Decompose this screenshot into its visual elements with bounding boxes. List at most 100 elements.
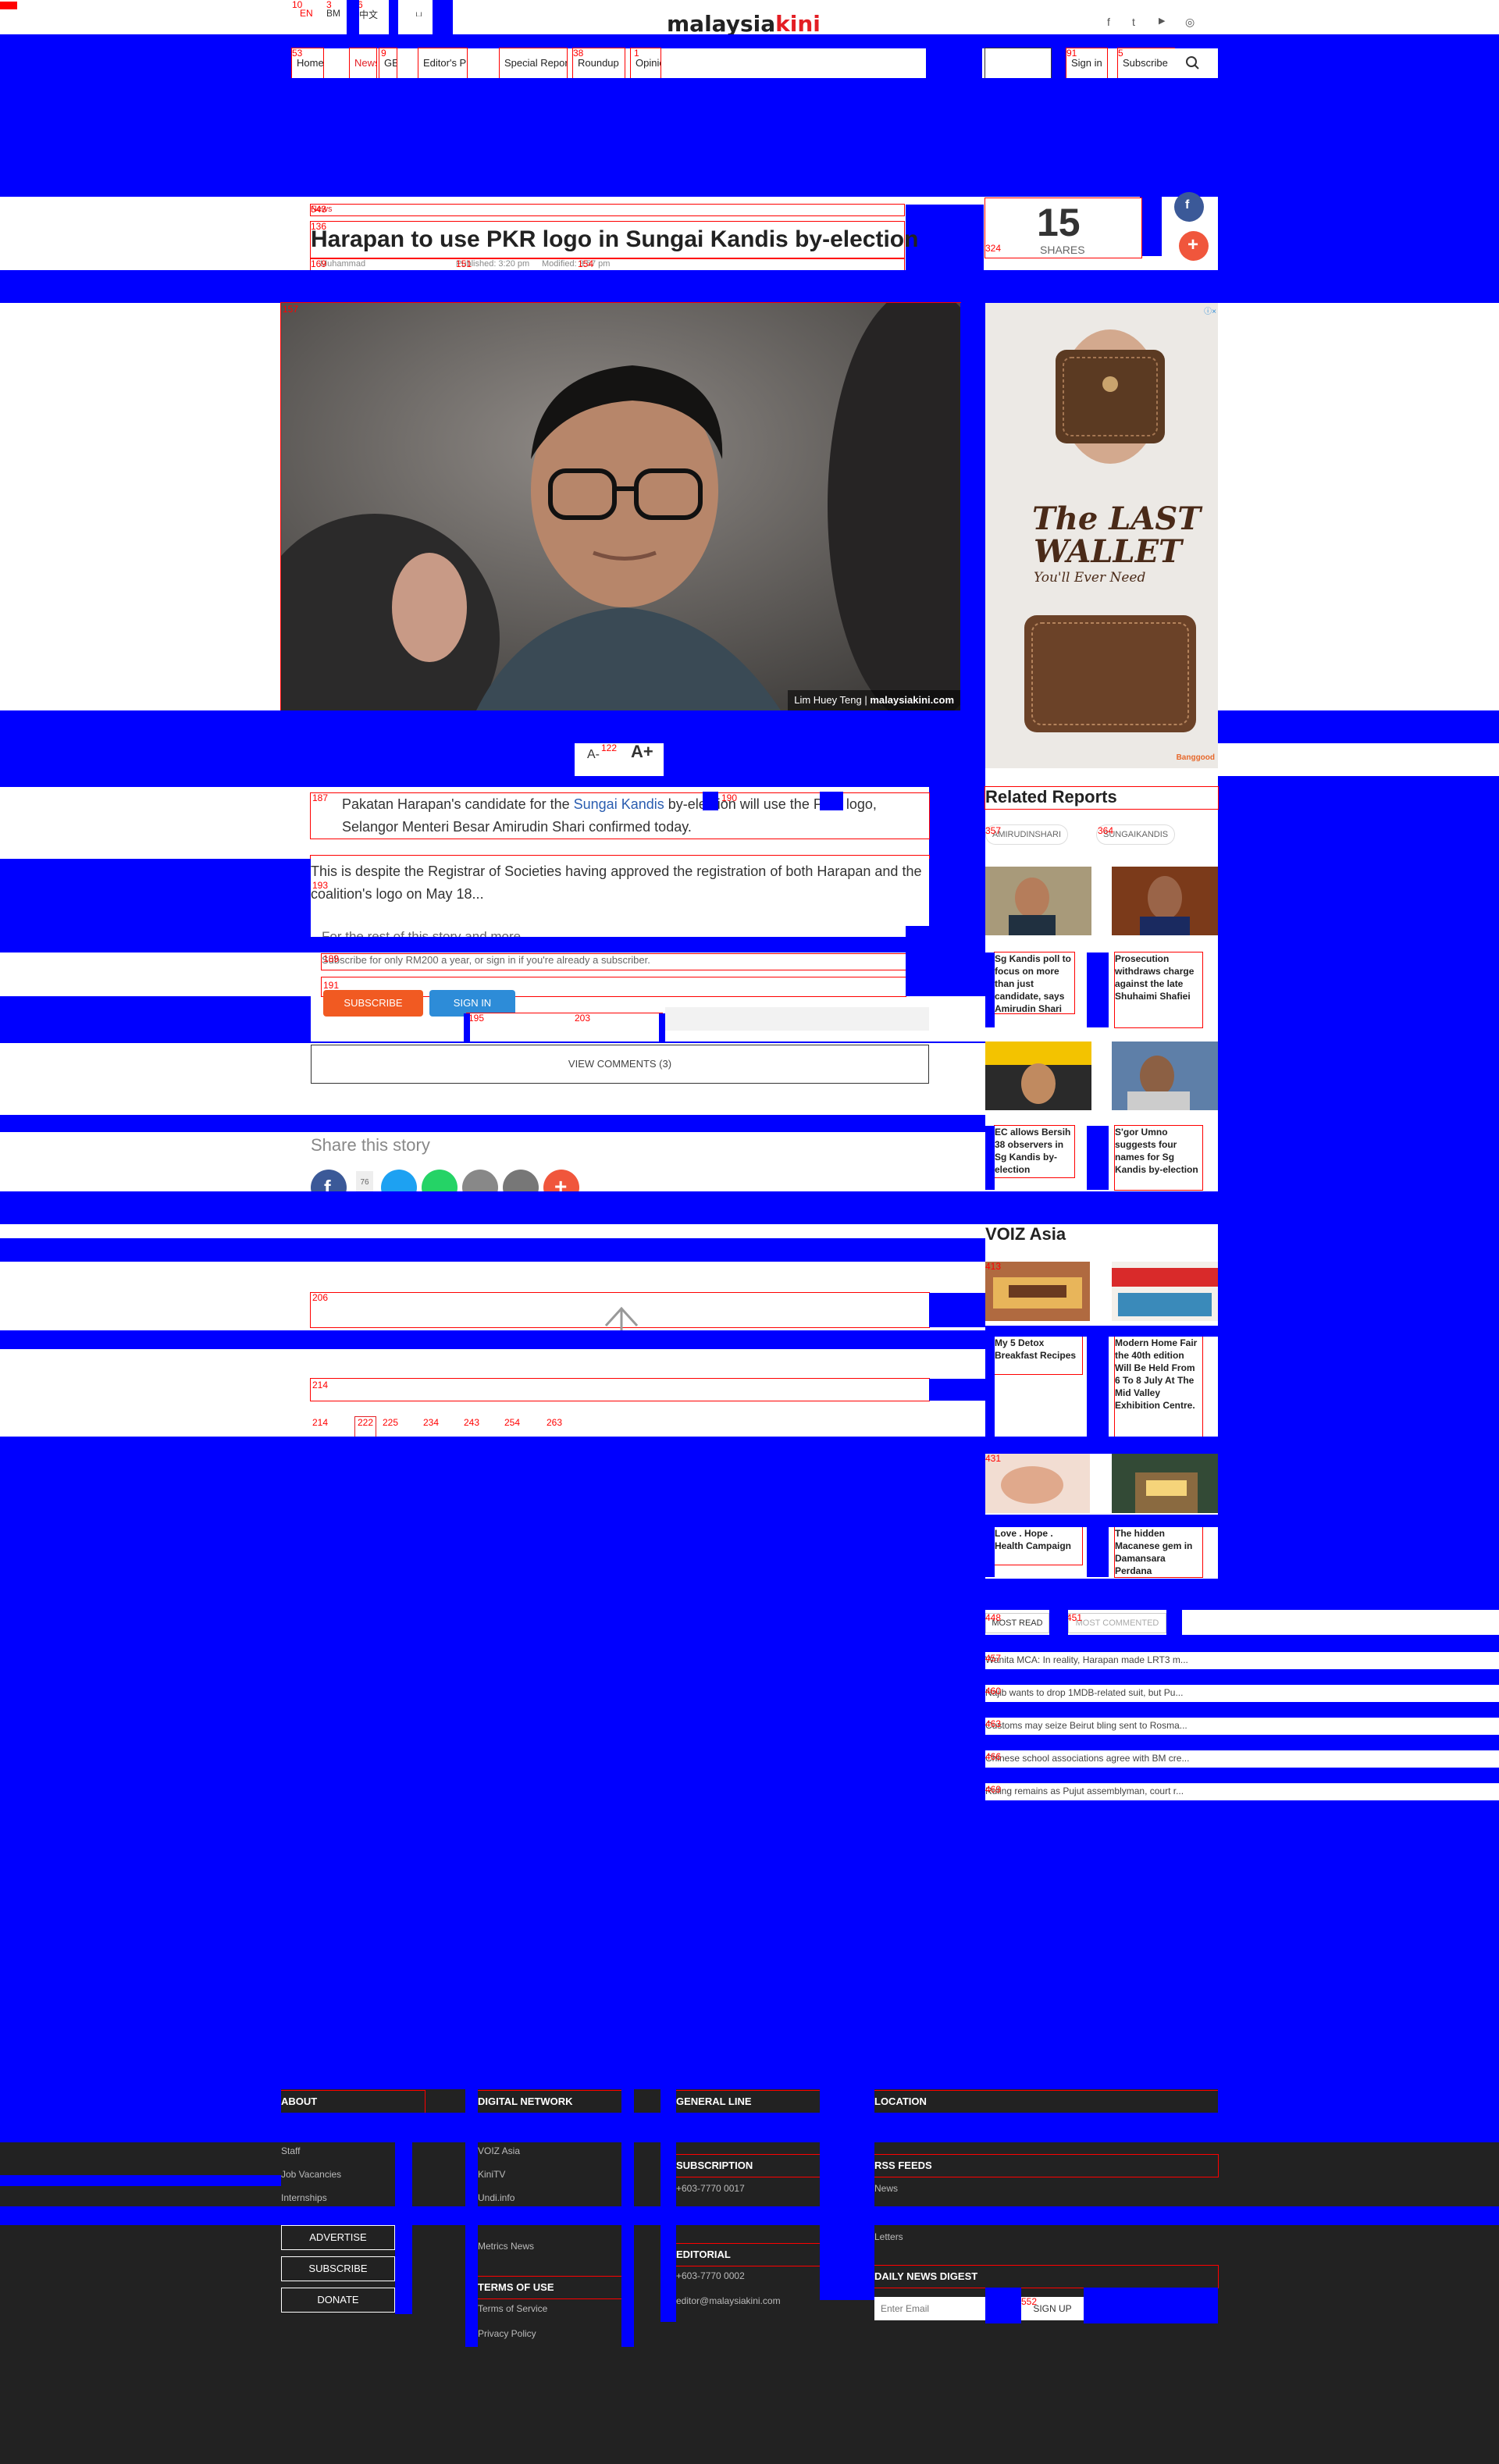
lang-ta[interactable]: ப <box>415 8 422 20</box>
font-increase-button[interactable]: A+ <box>631 742 653 762</box>
lang-zh[interactable]: 中文 <box>359 8 378 21</box>
most-read-item[interactable]: Customs may seize Beirut bling sent to R… <box>985 1718 1279 1733</box>
facebook-icon[interactable]: f <box>1107 16 1110 28</box>
footer-ed-email[interactable]: editor@malaysiakini.com <box>676 2295 781 2306</box>
twitter-icon[interactable]: t <box>1132 16 1135 28</box>
voiz-caption-4[interactable]: The hidden Macanese gem in Damansara Per… <box>1114 1526 1203 1578</box>
footer-general-heading: GENERAL LINE <box>675 2090 821 2113</box>
nav-special-reports[interactable]: Special Reports <box>499 48 568 79</box>
mask-block <box>906 926 985 996</box>
mask-band <box>0 776 985 787</box>
footer-sub-phone: +603-7770 0017 <box>676 2183 745 2194</box>
mask-block <box>659 1013 665 1042</box>
mask-block <box>985 1437 1218 1454</box>
mask-block <box>1084 2288 1218 2323</box>
debug-label: 431 <box>985 1453 1002 1464</box>
view-comments-button[interactable]: VIEW COMMENTS (3) <box>311 1045 929 1084</box>
footer-link[interactable]: Internships <box>281 2192 327 2203</box>
footer-link[interactable]: Privacy Policy <box>478 2328 536 2339</box>
related-thumb-4[interactable] <box>1112 1042 1218 1110</box>
author-link[interactable]: Muhammad <box>320 259 365 269</box>
most-read-item[interactable]: Wanita MCA: In reality, Harapan made LRT… <box>985 1652 1271 1668</box>
tab-most-commented[interactable]: MOST COMMENTED <box>1068 1613 1166 1633</box>
donate-button[interactable]: DONATE <box>281 2288 395 2313</box>
mask-band <box>0 2206 1499 2225</box>
facebook-share-icon[interactable]: f <box>1174 192 1204 222</box>
ad-subtitle: You'll Ever Need <box>1034 570 1146 586</box>
footer-link[interactable]: VOIZ Asia <box>478 2145 520 2156</box>
footer-link[interactable]: Staff <box>281 2145 300 2156</box>
debug-label: 9 <box>381 48 386 59</box>
mask-block <box>929 787 985 859</box>
voiz-thumb-2[interactable] <box>1112 1262 1218 1321</box>
debug-label: 122 <box>601 742 618 753</box>
site-logo[interactable]: malaysiakini <box>659 11 846 37</box>
mask-block <box>1166 1610 1182 1635</box>
subscribe-button[interactable]: SUBSCRIBE <box>323 990 423 1017</box>
footer-digital-heading: DIGITAL NETWORK <box>477 2090 622 2113</box>
font-decrease-button[interactable]: A- <box>587 748 600 762</box>
advertise-button[interactable]: ADVERTISE <box>281 2225 395 2250</box>
voiz-caption-2[interactable]: Modern Home Fair the 40th edition Will B… <box>1114 1336 1203 1437</box>
page-link[interactable]: 222 <box>358 1418 373 1427</box>
mask-block <box>1087 1337 1109 1437</box>
search-button[interactable] <box>1174 48 1218 78</box>
page-link[interactable]: 225 <box>383 1418 398 1427</box>
page-link[interactable]: 263 <box>547 1418 562 1427</box>
debug-label: 193 <box>312 880 329 891</box>
most-read-item[interactable]: Ruling remains as Pujut assemblyman, cou… <box>985 1783 1227 1799</box>
promo-strip <box>466 1013 663 1042</box>
page-link[interactable]: 234 <box>423 1418 439 1427</box>
footer-link[interactable]: KiniTV <box>478 2169 505 2180</box>
instagram-icon[interactable]: ◎ <box>1185 16 1195 29</box>
nav-editors-picks[interactable]: Editor's Picks <box>418 48 468 79</box>
article-meta: Muhammad Published: 3:20 pm Modified: 3:… <box>310 258 905 271</box>
mask-band <box>0 1800 1499 2089</box>
mask-block <box>0 859 311 937</box>
voiz-caption-3[interactable]: Love . Hope . Health Campaign <box>994 1526 1083 1565</box>
voiz-caption-1[interactable]: My 5 Detox Breakfast Recipes <box>994 1336 1083 1375</box>
mask-band <box>0 2113 1499 2142</box>
footer-rss-link[interactable]: Letters <box>874 2231 903 2242</box>
mask-block <box>395 2142 412 2314</box>
footer <box>0 2089 1499 2464</box>
related-caption-3[interactable]: EC allows Bersih 38 observers in Sg Kand… <box>994 1125 1075 1178</box>
debug-label: 136 <box>311 221 327 232</box>
lang-bm[interactable]: BM <box>326 8 340 19</box>
related-thumb-3[interactable] <box>985 1042 1091 1110</box>
voiz-thumb-1[interactable] <box>985 1262 1090 1321</box>
related-caption-1[interactable]: Sg Kandis poll to focus on more than jus… <box>994 952 1075 1014</box>
footer-rss-link[interactable]: News <box>874 2183 898 2194</box>
nav-news[interactable]: News <box>349 48 377 79</box>
article-section[interactable]: News <box>310 204 905 216</box>
digest-email-input[interactable] <box>874 2297 985 2320</box>
most-read-item[interactable]: Chinese school associations agree with B… <box>985 1750 1354 1766</box>
footer-link[interactable]: Job Vacancies <box>281 2169 341 2180</box>
footer-subscribe-button[interactable]: SUBSCRIBE <box>281 2256 395 2281</box>
debug-label: 157 <box>283 304 299 315</box>
sungai-kandis-link[interactable]: Sungai Kandis <box>574 796 664 812</box>
lang-en[interactable]: EN <box>300 8 313 19</box>
page-link[interactable]: 254 <box>504 1418 520 1427</box>
voiz-thumb-3[interactable] <box>985 1454 1090 1513</box>
mask-block <box>985 1768 1499 1783</box>
related-caption-2[interactable]: Prosecution withdraws charge against the… <box>1114 952 1203 1028</box>
mask-block <box>1140 197 1162 256</box>
ad-banner[interactable]: The LAST WALLET You'll Ever Need Banggoo… <box>985 303 1218 768</box>
plus-share-icon[interactable]: + <box>1179 231 1209 261</box>
debug-label: 413 <box>985 1261 1002 1272</box>
related-thumb-2[interactable] <box>1112 867 1218 935</box>
voiz-thumb-4[interactable] <box>1112 1454 1218 1513</box>
footer-link[interactable]: Terms of Service <box>478 2303 547 2314</box>
adchoices-icon[interactable]: ⓘ× <box>1204 304 1216 316</box>
page-link[interactable]: 243 <box>464 1418 479 1427</box>
subscribe-link[interactable]: Subscribe <box>1117 48 1175 79</box>
footer-link[interactable]: Undi.info <box>478 2192 515 2203</box>
youtube-icon[interactable]: ▶ <box>1159 16 1165 26</box>
debug-label: 448 <box>985 1612 1002 1623</box>
footer-link[interactable]: Metrics News <box>478 2241 534 2252</box>
related-caption-4[interactable]: S'gor Umno suggests four names for Sg Ka… <box>1114 1125 1203 1191</box>
related-thumb-1[interactable] <box>985 867 1091 935</box>
most-read-item[interactable]: Najib wants to drop 1MDB-related suit, b… <box>985 1685 1251 1700</box>
debug-label: 91 <box>1066 48 1077 59</box>
